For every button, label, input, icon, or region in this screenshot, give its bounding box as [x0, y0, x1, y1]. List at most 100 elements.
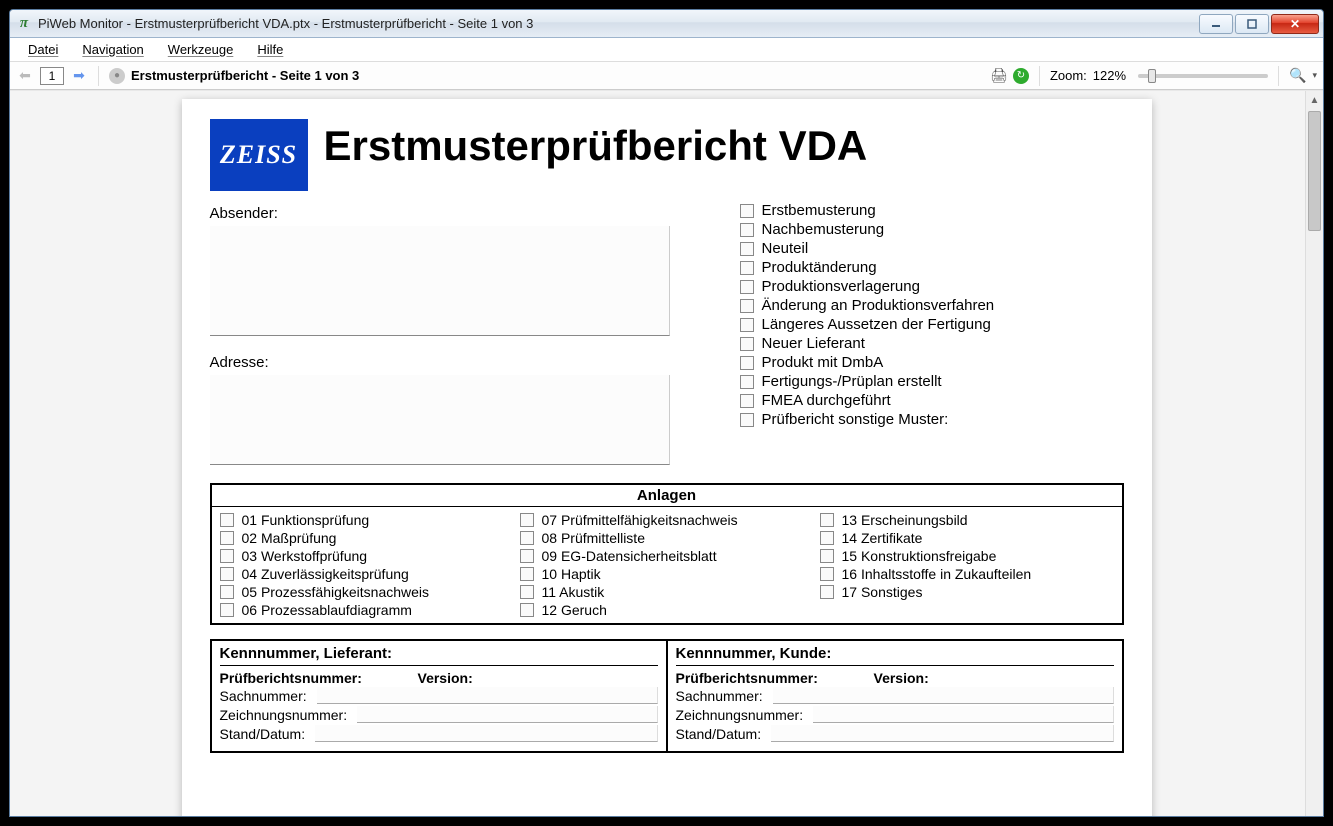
anlagen-label: 05 Prozessfähigkeitsnachweis	[242, 584, 430, 600]
toolbar-separator-2	[1039, 66, 1040, 86]
supplier-field3-input[interactable]	[315, 725, 657, 742]
refresh-icon[interactable]: ↻	[1013, 68, 1029, 84]
customer-reportno-label: Prüfberichtsnummer:	[676, 670, 846, 686]
address-input[interactable]	[210, 375, 670, 465]
status-dot-icon: ●	[109, 68, 125, 84]
checkbox[interactable]	[520, 549, 534, 563]
checkbox[interactable]	[740, 356, 754, 370]
content-area: ZEISS Erstmusterprüfbericht VDA Absender…	[10, 90, 1323, 816]
anlagen-label: 09 EG-Datensicherheitsblatt	[542, 548, 717, 564]
prev-page-icon[interactable]: ⬅	[16, 67, 34, 85]
menu-datei[interactable]: Datei	[18, 40, 68, 59]
check-label: Erstbemusterung	[762, 202, 876, 219]
next-page-icon[interactable]: ➡	[70, 67, 88, 85]
checkbox[interactable]	[740, 299, 754, 313]
checkbox[interactable]	[740, 375, 754, 389]
vertical-scrollbar[interactable]: ▲	[1305, 91, 1323, 816]
minimize-button[interactable]	[1199, 14, 1233, 34]
toolbar-separator-3	[1278, 66, 1279, 86]
zoom-label: Zoom:	[1050, 68, 1087, 83]
check-label: Produktänderung	[762, 259, 877, 276]
page-number-input[interactable]: 1	[40, 67, 64, 85]
anlagen-item: 01 Funktionsprüfung	[220, 511, 514, 529]
checkbox[interactable]	[820, 549, 834, 563]
checkbox[interactable]	[220, 603, 234, 617]
checkbox[interactable]	[740, 242, 754, 256]
category-check-item: Prüfbericht sonstige Muster:	[740, 410, 1124, 429]
checkbox[interactable]	[220, 585, 234, 599]
checkbox[interactable]	[740, 280, 754, 294]
anlagen-label: 01 Funktionsprüfung	[242, 512, 370, 528]
supplier-field1-input[interactable]	[317, 687, 658, 704]
checkbox[interactable]	[220, 549, 234, 563]
checkbox[interactable]	[520, 513, 534, 527]
checkbox[interactable]	[740, 204, 754, 218]
anlagen-label: 04 Zuverlässigkeitsprüfung	[242, 566, 409, 582]
menu-werkzeuge[interactable]: Werkzeuge	[158, 40, 244, 59]
customer-field2-input[interactable]	[813, 706, 1113, 723]
menu-navigation[interactable]: Navigation	[72, 40, 153, 59]
print-icon[interactable]: 🖨	[991, 68, 1007, 84]
category-check-item: Produkt mit DmbA	[740, 353, 1124, 372]
category-check-item: Neuteil	[740, 239, 1124, 258]
supplier-field2-input[interactable]	[357, 706, 657, 723]
window-controls: ✕	[1199, 14, 1323, 34]
checkbox[interactable]	[820, 585, 834, 599]
category-check-item: Änderung an Produktionsverfahren	[740, 296, 1124, 315]
customer-field3-input[interactable]	[771, 725, 1113, 742]
checkbox[interactable]	[740, 261, 754, 275]
category-check-item: FMEA durchgeführt	[740, 391, 1124, 410]
checkbox[interactable]	[520, 531, 534, 545]
address-label: Adresse:	[210, 354, 720, 371]
customer-field3-label: Stand/Datum:	[676, 726, 762, 742]
checkbox[interactable]	[520, 603, 534, 617]
anlagen-item: 08 Prüfmittelliste	[520, 529, 814, 547]
zoom-slider[interactable]	[1138, 74, 1268, 78]
anlagen-label: 17 Sonstiges	[842, 584, 923, 600]
breadcrumb: Erstmusterprüfbericht - Seite 1 von 3	[131, 68, 359, 83]
checkbox[interactable]	[220, 567, 234, 581]
anlagen-box: Anlagen 01 Funktionsprüfung02 Maßprüfung…	[210, 483, 1124, 625]
checkbox[interactable]	[740, 337, 754, 351]
checkbox[interactable]	[820, 567, 834, 581]
checkbox[interactable]	[220, 531, 234, 545]
check-label: Produktionsverlagerung	[762, 278, 920, 295]
anlagen-label: 16 Inhaltsstoffe in Zukaufteilen	[842, 566, 1032, 582]
customer-field1-input[interactable]	[773, 687, 1114, 704]
anlagen-item: 13 Erscheinungsbild	[820, 511, 1114, 529]
report-page: ZEISS Erstmusterprüfbericht VDA Absender…	[182, 99, 1152, 816]
report-title: Erstmusterprüfbericht VDA	[324, 125, 868, 167]
category-check-item: Nachbemusterung	[740, 220, 1124, 239]
anlagen-item: 10 Haptik	[520, 565, 814, 583]
check-label: Fertigungs-/Prüplan erstellt	[762, 373, 942, 390]
customer-title: Kennnummer, Kunde:	[676, 645, 1114, 666]
checkbox[interactable]	[220, 513, 234, 527]
checkbox[interactable]	[520, 585, 534, 599]
zoom-thumb[interactable]	[1148, 69, 1156, 83]
sender-input[interactable]	[210, 226, 670, 336]
scroll-thumb[interactable]	[1308, 111, 1321, 231]
checkbox[interactable]	[820, 513, 834, 527]
search-icon[interactable]: 🔍	[1289, 67, 1306, 84]
checkbox[interactable]	[820, 531, 834, 545]
anlagen-label: 10 Haptik	[542, 566, 601, 582]
checkbox[interactable]	[740, 318, 754, 332]
menu-hilfe[interactable]: Hilfe	[247, 40, 293, 59]
check-label: Neuer Lieferant	[762, 335, 865, 352]
close-button[interactable]: ✕	[1271, 14, 1319, 34]
category-check-item: Längeres Aussetzen der Fertigung	[740, 315, 1124, 334]
maximize-button[interactable]	[1235, 14, 1269, 34]
check-label: FMEA durchgeführt	[762, 392, 891, 409]
dropdown-icon[interactable]: ▾	[1312, 70, 1317, 81]
customer-version-label: Version:	[874, 670, 929, 686]
checkbox[interactable]	[740, 223, 754, 237]
anlagen-label: 15 Konstruktionsfreigabe	[842, 548, 997, 564]
category-check-item: Produktänderung	[740, 258, 1124, 277]
checkbox[interactable]	[740, 394, 754, 408]
category-check-item: Neuer Lieferant	[740, 334, 1124, 353]
checkbox[interactable]	[520, 567, 534, 581]
checkbox[interactable]	[740, 413, 754, 427]
supplier-box: Kennnummer, Lieferant: Prüfberichtsnumme…	[210, 639, 668, 753]
scroll-up-icon[interactable]: ▲	[1306, 91, 1323, 109]
supplier-field2-label: Zeichnungsnummer:	[220, 707, 348, 723]
